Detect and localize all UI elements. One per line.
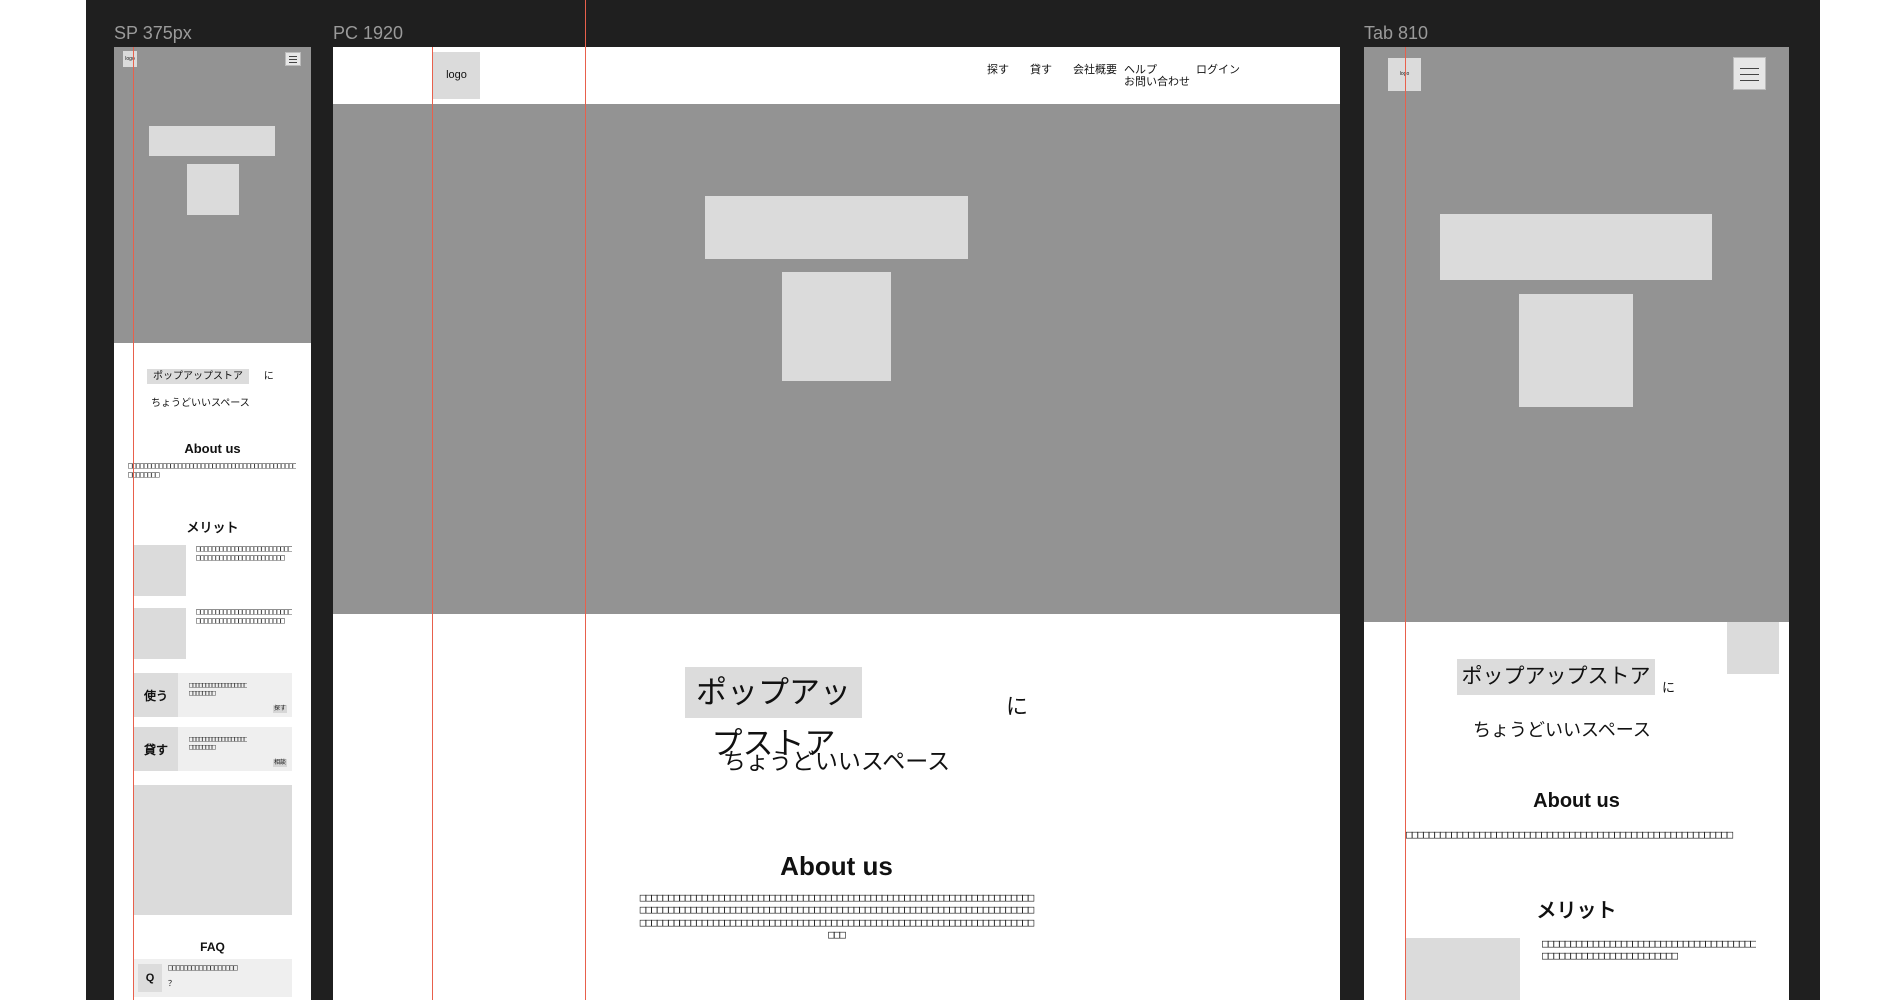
sp-catch-sub: ちょうどいいスペース bbox=[151, 398, 250, 409]
sp-faq-q-text: □□□□□□□□□□□□□□□□□□ bbox=[168, 964, 238, 972]
tab-catch-particle: に bbox=[1662, 680, 1676, 695]
sp-merit-image-1 bbox=[134, 545, 186, 596]
sp-merit-title: メリット bbox=[186, 520, 239, 535]
sp-catch-row: ポップアップストア に bbox=[147, 367, 274, 384]
sp-logo[interactable]: logo bbox=[123, 51, 137, 67]
sp-hero-image-placeholder bbox=[187, 164, 239, 215]
sp-artboard-label: SP 375px bbox=[114, 23, 192, 43]
tab-about-body: □□□□□□□□□□□□□□□□□□□□□□□□□□□□□□□□□□□□□□□□… bbox=[1406, 829, 1733, 841]
sp-cta-lend[interactable]: 貸す □□□□□□□□□□□□□□□□□□□□□□□□□□ 相談 bbox=[134, 727, 292, 771]
tab-artboard[interactable]: logo ポップアップストア に ちょうどいいスペース About us □□□… bbox=[1364, 47, 1789, 1000]
pc-catch-highlight: ポップアップストア bbox=[685, 667, 862, 761]
sp-merit-image-2 bbox=[134, 608, 186, 659]
sp-guide-line bbox=[133, 47, 134, 1000]
pc-artboard-label: PC 1920 bbox=[333, 23, 404, 43]
nav-item-login[interactable]: ログイン bbox=[1196, 64, 1240, 76]
sp-about-title: About us bbox=[184, 441, 241, 456]
sp-image-placeholder bbox=[134, 785, 292, 915]
tab-catch-sub: ちょうどいいスペース bbox=[1473, 720, 1651, 740]
sp-artboard[interactable]: logo ポップアップストア に ちょうどいいスペース About us □□□… bbox=[114, 47, 311, 1000]
sp-cta-use[interactable]: 使う □□□□□□□□□□□□□□□□□□□□□□□□□□ 探す bbox=[134, 673, 292, 717]
sp-faq-title: FAQ bbox=[200, 940, 225, 954]
sp-faq-item[interactable]: Q □□□□□□□□□□□□□□□□□□ ？ bbox=[134, 959, 292, 997]
pc-logo[interactable]: logo bbox=[433, 52, 480, 99]
sp-merit-text-2: □□□□□□□□□□□□□□□□□□□□□□□□□□□□□□□□□□□□□□□□… bbox=[196, 608, 292, 625]
tab-merit-text-1: □□□□□□□□□□□□□□□□□□□□□□□□□□□□□□□□□□□□□□□□… bbox=[1542, 938, 1756, 963]
sp-cta-lend-label: 貸す bbox=[134, 727, 178, 771]
pc-guide-line-2-top bbox=[585, 0, 586, 47]
tab-hero-title-placeholder bbox=[1440, 214, 1712, 280]
sp-cta-lend-button[interactable]: 相談 bbox=[273, 759, 287, 767]
tab-about-title: About us bbox=[1533, 790, 1620, 812]
nav-item-help-contact[interactable]: ヘルプ お問い合わせ bbox=[1124, 64, 1190, 88]
sp-hero-title-placeholder bbox=[149, 126, 275, 156]
sp-about-body: □□□□□□□□□□□□□□□□□□□□□□□□□□□□□□□□□□□□□□□□… bbox=[128, 462, 296, 479]
tab-hero-image-placeholder bbox=[1519, 294, 1633, 407]
pc-about-body: □□□□□□□□□□□□□□□□□□□□□□□□□□□□□□□□□□□□□□□□… bbox=[639, 892, 1035, 941]
sp-cta-use-button[interactable]: 探す bbox=[273, 705, 287, 713]
sp-faq-q-suffix: ？ bbox=[168, 979, 176, 988]
tab-floating-placeholder bbox=[1727, 622, 1779, 674]
sp-catch-particle: に bbox=[263, 371, 274, 382]
sp-cta-use-text: □□□□□□□□□□□□□□□□□□□□□□□□□□ bbox=[189, 682, 247, 697]
sp-menu-icon[interactable] bbox=[285, 52, 301, 66]
tab-merit-image-1 bbox=[1406, 938, 1520, 1000]
tab-menu-icon[interactable] bbox=[1733, 57, 1766, 90]
pc-about-title: About us bbox=[780, 851, 893, 881]
tab-catch-highlight: ポップアップストア bbox=[1457, 659, 1655, 695]
pc-guide-line-2 bbox=[585, 47, 586, 1000]
pc-guide-line-1 bbox=[432, 47, 433, 1000]
nav-item-company[interactable]: 会社概要 bbox=[1073, 64, 1117, 76]
tab-guide-line bbox=[1405, 47, 1406, 1000]
sp-cta-lend-text: □□□□□□□□□□□□□□□□□□□□□□□□□□ bbox=[189, 736, 247, 751]
sp-catch-highlight: ポップアップストア bbox=[147, 369, 249, 384]
pc-catch-particle: に bbox=[1006, 694, 1029, 719]
nav-item-lend[interactable]: 貸す bbox=[1030, 64, 1052, 76]
tab-merit-title: メリット bbox=[1536, 900, 1617, 922]
pc-hero-title-placeholder bbox=[705, 196, 968, 259]
sp-merit-text-1: □□□□□□□□□□□□□□□□□□□□□□□□□□□□□□□□□□□□□□□□… bbox=[196, 545, 292, 562]
tab-artboard-label: Tab 810 bbox=[1364, 23, 1429, 43]
pc-artboard[interactable]: logo 探す 貸す 会社概要 ヘルプ お問い合わせ ログイン ポップアップスト… bbox=[333, 47, 1340, 1000]
nav-item-search[interactable]: 探す bbox=[987, 64, 1009, 76]
pc-hero-image-placeholder bbox=[782, 272, 891, 381]
pc-catch-sub: ちょうどいいスペース bbox=[722, 748, 951, 774]
sp-cta-use-label: 使う bbox=[134, 673, 178, 717]
sp-faq-q-label: Q bbox=[138, 964, 162, 992]
